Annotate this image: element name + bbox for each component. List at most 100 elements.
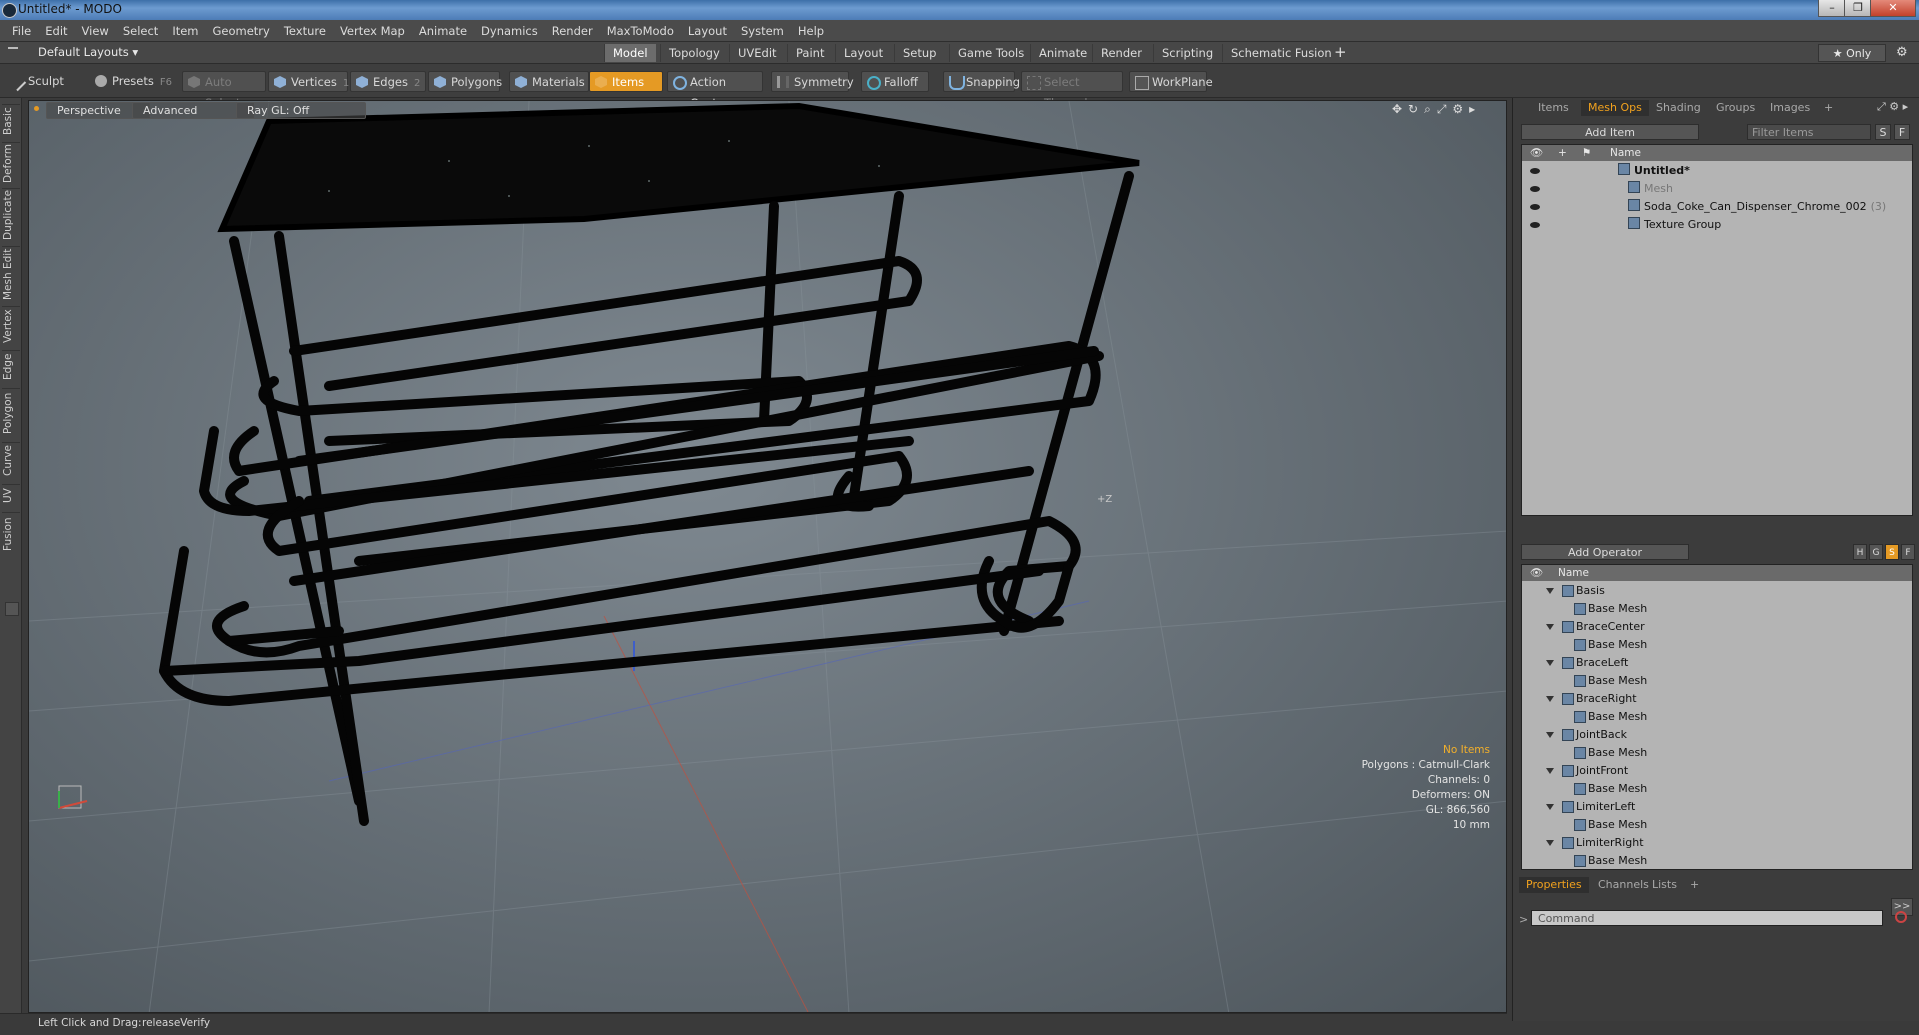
operator-row[interactable]: JointBack bbox=[1522, 726, 1912, 744]
tab-paint[interactable]: Paint bbox=[787, 44, 832, 62]
op-filter-h[interactable]: H bbox=[1853, 544, 1867, 560]
polygons-button[interactable]: Polygons bbox=[428, 71, 502, 92]
expand-arrow-icon[interactable] bbox=[1546, 660, 1554, 666]
visibility-eye-icon[interactable] bbox=[1530, 222, 1540, 228]
menu-help[interactable]: Help bbox=[791, 20, 831, 42]
expand-arrow-icon[interactable] bbox=[1546, 588, 1554, 594]
base-mesh-row[interactable]: Base Mesh bbox=[1522, 816, 1912, 834]
expand-arrow-icon[interactable] bbox=[1546, 768, 1554, 774]
expand-arrow-icon[interactable] bbox=[1546, 696, 1554, 702]
expand-arrow-icon[interactable] bbox=[1546, 732, 1554, 738]
add-operator-button[interactable]: Add Operator bbox=[1521, 544, 1689, 560]
add-panel-tab-button[interactable]: + bbox=[1817, 100, 1840, 116]
maximize-button[interactable]: ❐ bbox=[1844, 0, 1872, 17]
materials-button[interactable]: Materials bbox=[509, 71, 589, 92]
operator-row[interactable]: JointFront bbox=[1522, 762, 1912, 780]
sculpt-button[interactable]: Sculpt bbox=[6, 71, 88, 92]
filter-s-button[interactable]: S bbox=[1875, 124, 1891, 140]
menu-dynamics[interactable]: Dynamics bbox=[474, 20, 545, 42]
menu-view[interactable]: View bbox=[75, 20, 116, 42]
tab-lists[interactable]: Lists bbox=[1645, 877, 1684, 893]
add-item-button[interactable]: Add Item bbox=[1521, 124, 1699, 140]
vtab-polygon[interactable]: Polygon bbox=[2, 388, 20, 437]
op-filter-s[interactable]: S bbox=[1885, 544, 1899, 560]
symmetry-button[interactable]: Symmetry bbox=[771, 71, 854, 92]
menu-layout[interactable]: Layout bbox=[681, 20, 734, 42]
tab-shading[interactable]: Shading bbox=[1649, 100, 1708, 116]
tab-animate[interactable]: Animate bbox=[1030, 44, 1095, 62]
snapping-button[interactable]: Snapping bbox=[943, 71, 1020, 92]
command-input[interactable]: Command bbox=[1531, 910, 1883, 926]
base-mesh-row[interactable]: Base Mesh bbox=[1522, 780, 1912, 798]
operator-row[interactable]: LimiterLeft bbox=[1522, 798, 1912, 816]
menu-animate[interactable]: Animate bbox=[412, 20, 474, 42]
add-bottom-tab-button[interactable]: + bbox=[1683, 877, 1706, 893]
expand-arrow-icon[interactable] bbox=[1546, 624, 1554, 630]
tab-items[interactable]: Items bbox=[1531, 100, 1576, 116]
edges-button[interactable]: Edges 2 bbox=[350, 71, 426, 92]
auto-select-button[interactable]: Auto Select bbox=[182, 71, 266, 110]
tab-uvedit[interactable]: UVEdit bbox=[729, 44, 785, 62]
menu-maxtomodo[interactable]: MaxToModo bbox=[600, 20, 681, 42]
menu-vertex-map[interactable]: Vertex Map bbox=[333, 20, 412, 42]
base-mesh-row[interactable]: Base Mesh bbox=[1522, 636, 1912, 654]
vtab-edge[interactable]: Edge bbox=[2, 350, 20, 383]
tab-properties[interactable]: Properties bbox=[1519, 877, 1589, 893]
tab-setup[interactable]: Setup bbox=[894, 44, 944, 62]
menu-texture[interactable]: Texture bbox=[277, 20, 333, 42]
vtab-curve[interactable]: Curve bbox=[2, 442, 20, 479]
workplane-button[interactable]: WorkPlane bbox=[1129, 71, 1213, 92]
vtab-mesh-edit[interactable]: Mesh Edit bbox=[2, 246, 20, 301]
operator-row[interactable]: BraceLeft bbox=[1522, 654, 1912, 672]
layout-toggle-icon[interactable] bbox=[8, 47, 18, 59]
presets-button[interactable]: Presets F6 bbox=[90, 71, 174, 92]
tab-scripting[interactable]: Scripting bbox=[1153, 44, 1221, 62]
panel-options-icons[interactable]: ⤢ ⚙ ▸ bbox=[1877, 100, 1908, 114]
op-filter-f[interactable]: F bbox=[1901, 544, 1915, 560]
vtab-basic[interactable]: Basic bbox=[2, 104, 20, 137]
scene-item-row[interactable]: Texture Group bbox=[1522, 216, 1912, 234]
tab-schematic-fusion[interactable]: Schematic Fusion bbox=[1222, 44, 1340, 62]
minimize-button[interactable]: – bbox=[1818, 0, 1846, 17]
base-mesh-row[interactable]: Base Mesh bbox=[1522, 744, 1912, 762]
tab-groups[interactable]: Groups bbox=[1709, 100, 1762, 116]
layout-selector[interactable]: Default Layouts ▾ bbox=[38, 45, 138, 59]
operator-row[interactable]: BraceCenter bbox=[1522, 618, 1912, 636]
scene-item-row[interactable]: Soda_Coke_Can_Dispenser_Chrome_002 (3) bbox=[1522, 198, 1912, 216]
menu-select[interactable]: Select bbox=[116, 20, 165, 42]
vtab-vertex[interactable]: Vertex bbox=[2, 306, 20, 345]
vtab-fusion[interactable]: Fusion bbox=[2, 512, 20, 555]
viewport-menu-icon[interactable] bbox=[34, 106, 39, 111]
operator-row[interactable]: BraceRight bbox=[1522, 690, 1912, 708]
scene-item-row[interactable]: Untitled* bbox=[1522, 162, 1912, 180]
tab-model[interactable]: Model bbox=[604, 44, 656, 62]
menu-item[interactable]: Item bbox=[165, 20, 205, 42]
close-button[interactable]: ✕ bbox=[1870, 0, 1916, 17]
raygl-toggle[interactable]: Ray GL: Off bbox=[236, 102, 366, 119]
menu-file[interactable]: File bbox=[5, 20, 38, 42]
action-center-button[interactable]: Action Center bbox=[667, 71, 763, 110]
tab-topology[interactable]: Topology bbox=[660, 44, 728, 62]
items-button[interactable]: Items bbox=[589, 71, 663, 92]
tab-game-tools[interactable]: Game Tools bbox=[949, 44, 1032, 62]
visibility-eye-icon[interactable] bbox=[1530, 204, 1540, 210]
select-through-button[interactable]: Select Through bbox=[1021, 71, 1123, 110]
operator-row[interactable]: LimiterRight bbox=[1522, 834, 1912, 852]
3d-viewport[interactable]: +Z No Items Polygons : Catmull-Clark Cha… bbox=[28, 100, 1507, 1013]
visibility-eye-icon[interactable] bbox=[1530, 186, 1540, 192]
record-icon[interactable] bbox=[1895, 911, 1907, 923]
tab-render[interactable]: Render bbox=[1092, 44, 1150, 62]
visibility-eye-icon[interactable] bbox=[1530, 168, 1540, 174]
menu-render[interactable]: Render bbox=[545, 20, 600, 42]
tab-layout[interactable]: Layout bbox=[835, 44, 891, 62]
vertices-button[interactable]: Vertices 1 bbox=[268, 71, 349, 92]
vtab-duplicate[interactable]: Duplicate bbox=[2, 188, 20, 241]
base-mesh-row[interactable]: Base Mesh bbox=[1522, 852, 1912, 869]
vtab-deform[interactable]: Deform bbox=[2, 142, 20, 183]
viewport-nav-icons[interactable]: ✥↻⌕⤢⚙▸ bbox=[1392, 102, 1481, 117]
op-filter-g[interactable]: G bbox=[1869, 544, 1883, 560]
falloff-button[interactable]: Falloff bbox=[861, 71, 929, 92]
only-toggle[interactable]: ★ Only bbox=[1818, 44, 1886, 62]
vtab-uv[interactable]: UV bbox=[2, 484, 20, 507]
expand-arrow-icon[interactable] bbox=[1546, 804, 1554, 810]
